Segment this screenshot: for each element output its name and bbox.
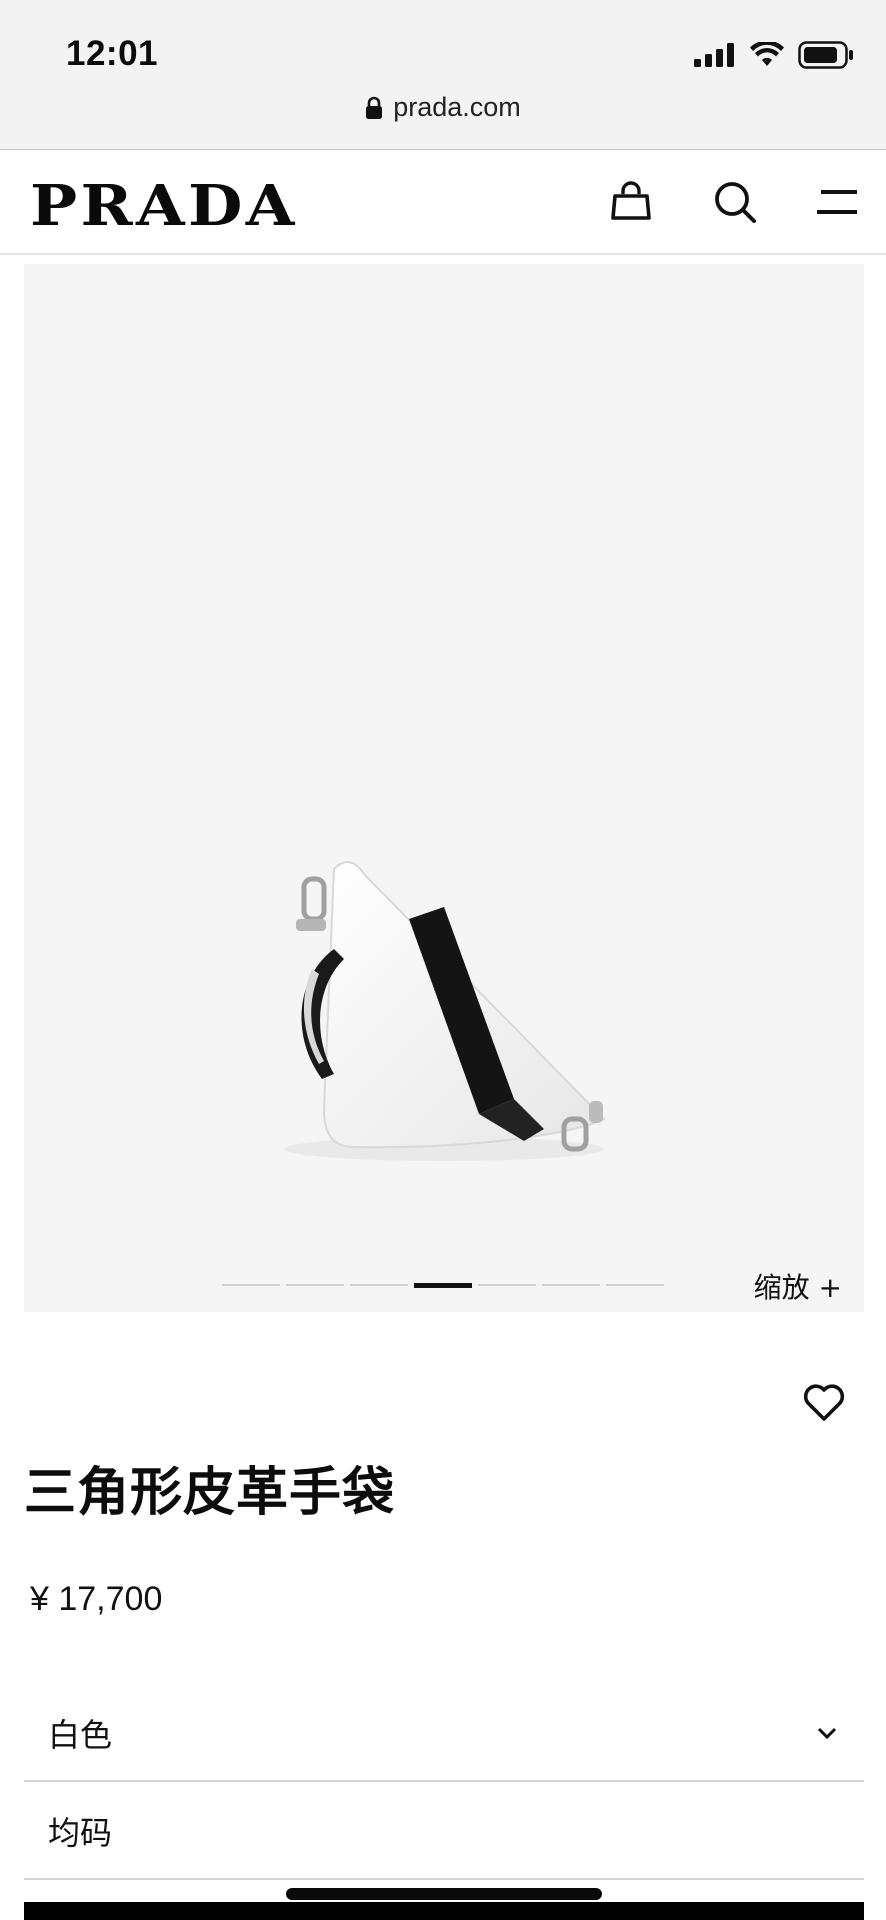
lock-icon	[366, 96, 383, 119]
wifi-icon	[750, 42, 784, 66]
gallery-pagination[interactable]	[222, 1283, 664, 1288]
search-icon[interactable]	[710, 177, 760, 227]
url-text: prada.com	[393, 92, 521, 122]
size-select[interactable]: 均码	[24, 1784, 864, 1880]
gallery-dot[interactable]	[606, 1284, 664, 1286]
gallery-dot-active[interactable]	[414, 1283, 472, 1288]
product-gallery[interactable]: 缩放 +	[24, 264, 864, 1312]
product-price: ¥ 17,700	[30, 1580, 163, 1618]
menu-icon[interactable]	[812, 177, 862, 227]
gallery-dot[interactable]	[478, 1284, 536, 1286]
size-select-value: 均码	[48, 1814, 113, 1852]
product-title: 三角形皮革手袋	[24, 1463, 396, 1523]
url-bar[interactable]: prada.com	[0, 92, 886, 123]
battery-icon	[798, 41, 853, 69]
product-image	[284, 861, 606, 1161]
gallery-dot[interactable]	[350, 1284, 408, 1286]
color-select-value: 白色	[48, 1716, 113, 1754]
zoom-button[interactable]: 缩放 +	[754, 1266, 842, 1306]
heart-icon[interactable]	[800, 1378, 848, 1426]
prada-logo[interactable]: PRADA	[30, 173, 298, 239]
gallery-dot[interactable]	[542, 1284, 600, 1286]
color-select[interactable]: 白色	[24, 1686, 864, 1782]
status-icons	[694, 40, 854, 70]
status-time: 12:01	[66, 34, 159, 73]
cellular-signal-icon	[694, 43, 734, 67]
add-to-cart-button[interactable]	[24, 1902, 864, 1920]
browser-top-bar: 12:01 prada.com	[0, 0, 886, 150]
home-indicator	[286, 1888, 602, 1900]
gallery-dot[interactable]	[286, 1284, 344, 1286]
shopping-bag-icon[interactable]	[606, 177, 656, 227]
chevron-down-icon	[817, 1727, 837, 1740]
gallery-dot[interactable]	[222, 1284, 280, 1286]
site-header: PRADA	[0, 151, 886, 255]
